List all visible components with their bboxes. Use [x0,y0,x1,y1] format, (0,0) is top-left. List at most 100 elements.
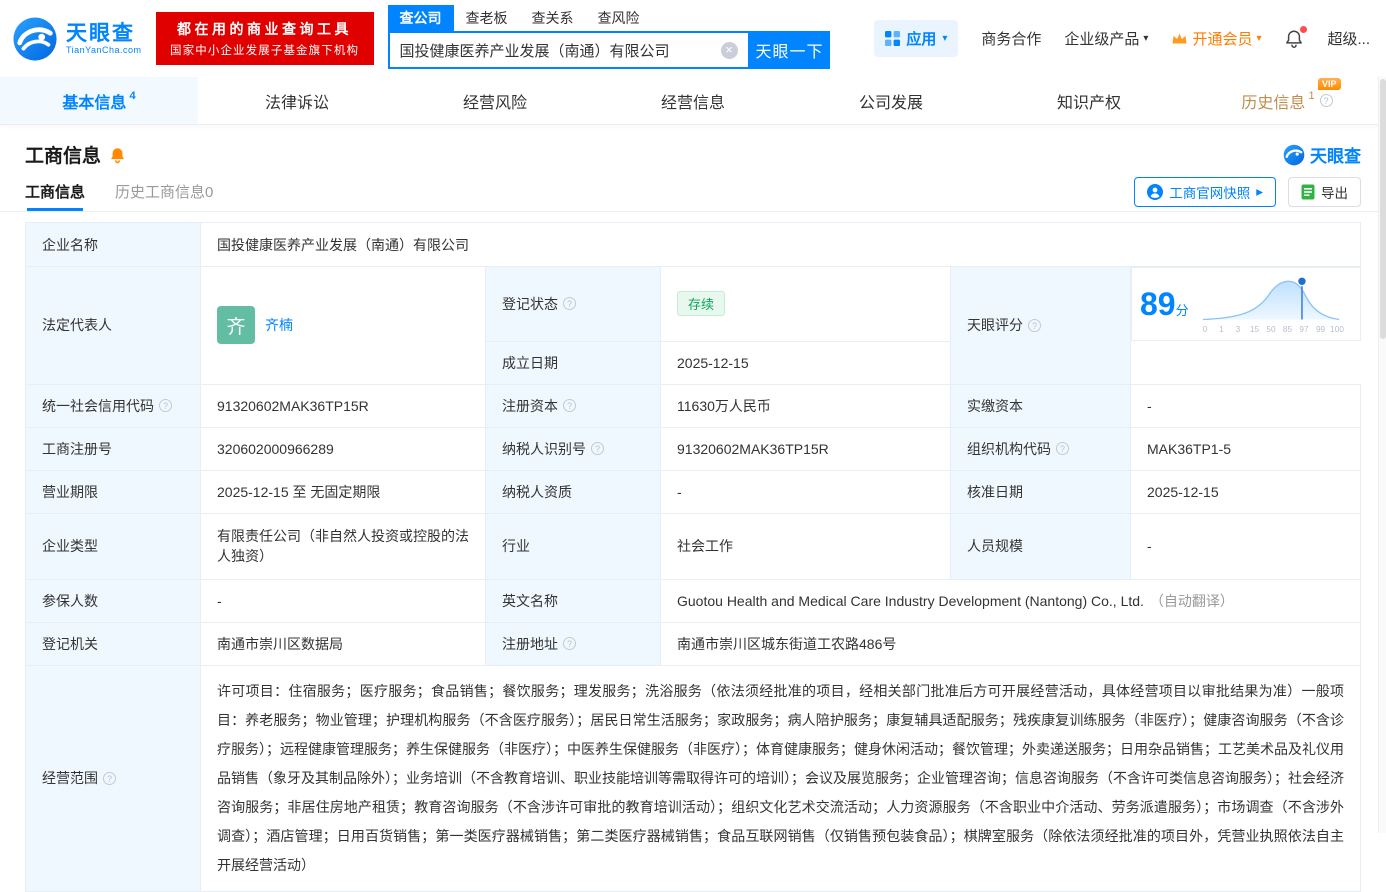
field-label-staff-size: 人员规模 [950,512,1131,580]
export-button[interactable]: 导出 [1288,176,1361,207]
notifications-bell[interactable] [1284,26,1308,49]
tab-company-development[interactable]: 公司发展 [792,77,990,124]
tab-operation-info[interactable]: 经营信息 [594,77,792,124]
svg-text:50: 50 [1266,325,1276,334]
field-value-insured-count: - [200,578,486,623]
field-value-industry: 社会工作 [660,512,951,580]
chevron-down-icon: ▾ [1256,33,1262,44]
tab-legal-litigation-label: 法律诉讼 [264,94,329,112]
apps-label: 应用 [906,31,937,48]
nav-open-membership[interactable]: 开通会员 ▾ [1171,28,1261,49]
search-input-wrap: × [387,31,750,69]
subtab-business-info[interactable]: 工商信息 [25,172,85,211]
help-icon[interactable]: ? [563,637,576,650]
table-row: 登记机关 南通市崇川区数据局 注册地址? 南通市崇川区城东街道工农路486号 [25,621,1361,666]
section-title: 工商信息 [25,146,102,167]
search-input[interactable] [399,41,721,59]
business-info-table: 企业名称 国投健康医养产业发展（南通）有限公司 法定代表人 齐 齐楠 登记状态?… [25,222,1361,892]
field-value-score: 89分 0 1 3 15 50 85 97 99 100 [1131,267,1361,341]
tianyancha-logo[interactable]: 天眼查 TianYanCha.com [12,16,142,62]
subtab-history-business-info[interactable]: 历史工商信息0 [115,172,213,211]
field-label-org-code: 组织机构代码? [950,426,1131,471]
nav-super-vip[interactable]: 超级... [1327,28,1370,49]
svg-text:99: 99 [1316,325,1326,334]
field-value-establish-date: 2025-12-15 [660,340,951,385]
help-icon[interactable]: ? [591,442,604,455]
nav-business-cooperation[interactable]: 商务合作 [981,28,1041,49]
field-label-reg-number: 工商注册号 [25,426,201,471]
field-value-reg-capital: 11630万人民币 [660,383,951,428]
official-snapshot-button[interactable]: 工商官网快照 ▸ [1134,176,1276,207]
export-label: 导出 [1321,185,1348,201]
tab-history-info[interactable]: VIP 历史信息 1 ? [1188,77,1386,124]
legal-rep-link[interactable]: 齐楠 [265,315,293,335]
help-icon[interactable]: ? [563,297,576,311]
scrollbar-thumb[interactable] [1379,79,1386,339]
table-row: 参保人数 - 英文名称 Guotou Health and Medical Ca… [25,578,1361,623]
promo-line-1: 都在用的商业查询工具 [177,21,353,37]
field-label-english-name: 英文名称 [485,578,661,623]
tab-operation-risk[interactable]: 经营风险 [396,77,594,124]
search-tab-risk[interactable]: 查风险 [586,5,652,31]
help-icon[interactable]: ? [159,399,172,412]
tab-intellectual-property[interactable]: 知识产权 [990,77,1188,124]
membership-label: 开通会员 [1192,31,1253,48]
field-label-business-term: 营业期限 [25,469,201,514]
field-value-taxpayer-qualification: - [660,469,951,514]
table-row: 统一社会信用代码? 91320602MAK36TP15R 注册资本? 11630… [25,383,1361,428]
tianyancha-logo-icon [13,16,57,61]
search-tab-boss[interactable]: 查老板 [454,5,520,31]
logo-title: 天眼查 [66,21,135,45]
score-curve-chart: 0 1 3 15 50 85 97 99 100 [1202,276,1344,334]
scrollbar[interactable] [1378,77,1386,833]
field-label-reg-capital: 注册资本? [485,383,661,428]
grid-icon [885,31,901,46]
crown-icon [1172,33,1187,44]
brand-watermark-label: 天眼查 [1310,147,1361,166]
tianyancha-small-logo-icon [1283,144,1305,165]
english-name-text: Guotou Health and Medical Care Industry … [677,592,1144,609]
field-value-reg-status: 存续 [660,266,951,342]
clear-search-icon[interactable]: × [720,41,738,59]
top-header: 天眼查 TianYanCha.com 都在用的商业查询工具 国家中小企业发展子基… [0,0,1386,77]
field-label-registry: 登记机关 [25,621,201,666]
tab-operation-info-label: 经营信息 [660,94,725,112]
search-tab-relation[interactable]: 查关系 [520,5,586,31]
field-label-company-name: 企业名称 [25,222,201,267]
field-label-score: 天眼评分? [950,266,1131,385]
svg-text:0: 0 [1202,325,1207,334]
logo-subtitle: TianYanCha.com [66,45,142,56]
apps-menu[interactable]: 应用 ▾ [874,20,959,57]
tab-basic-info[interactable]: 基本信息 4 [0,77,198,124]
search-button[interactable]: 天眼一下 [749,31,830,69]
tab-basic-info-label: 基本信息 [62,94,127,112]
tab-intellectual-property-label: 知识产权 [1056,94,1121,112]
search-tab-company[interactable]: 查公司 [387,5,454,31]
field-label-paid-capital: 实缴资本 [950,383,1131,428]
help-icon[interactable]: ? [1056,442,1069,455]
field-value-staff-size: - [1130,512,1361,580]
help-icon[interactable]: ? [1028,318,1041,332]
monitor-bell-button[interactable] [109,146,126,164]
help-icon[interactable]: ? [563,399,576,412]
field-value-paid-capital: - [1130,383,1361,428]
field-value-company-name: 国投健康医养产业发展（南通）有限公司 [200,222,1361,267]
export-doc-icon [1301,184,1315,199]
field-label-industry: 行业 [485,512,661,580]
legal-rep-avatar[interactable]: 齐 [217,306,255,345]
svg-text:85: 85 [1283,325,1293,334]
tab-legal-litigation[interactable]: 法律诉讼 [198,77,396,124]
table-row: 企业类型 有限责任公司（非自然人投资或控股的法人独资） 行业 社会工作 人员规模… [25,512,1361,580]
tab-company-development-label: 公司发展 [858,94,923,112]
vip-badge: VIP [1318,77,1341,91]
score-unit: 分 [1175,303,1189,318]
nav-enterprise-products[interactable]: 企业级产品 ▾ [1064,28,1148,49]
help-icon[interactable]: ? [103,771,116,785]
table-row: 经营范围? 许可项目：住宿服务；医疗服务；食品销售；餐饮服务；理发服务；洗浴服务… [25,664,1361,892]
tab-basic-info-count: 4 [129,89,136,102]
field-label-insured-count: 参保人数 [25,578,201,623]
help-icon[interactable]: ? [1319,94,1333,107]
search-tabs: 查公司 查老板 查关系 查风险 [387,5,830,31]
score-axis-labels: 0 1 3 15 50 85 97 99 100 [1202,325,1344,334]
field-value-business-scope: 许可项目：住宿服务；医疗服务；食品销售；餐饮服务；理发服务；洗浴服务（依法须经批… [200,664,1361,892]
